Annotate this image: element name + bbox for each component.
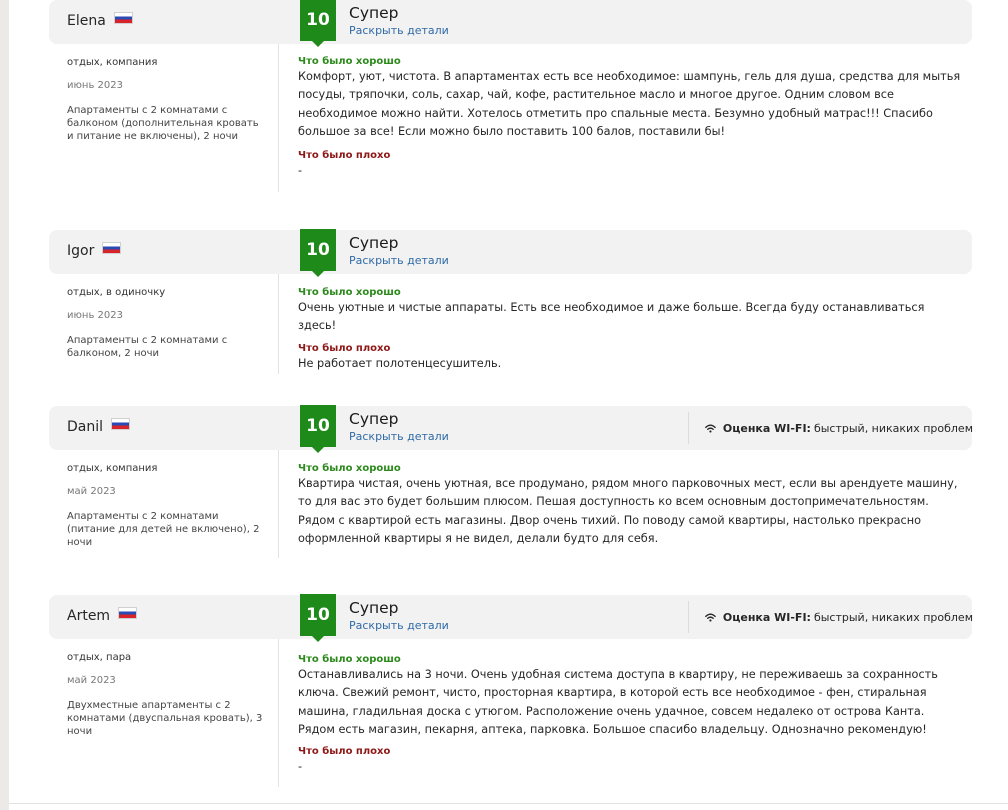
- good-text: Комфорт, уют, чистота. В апартаментах ес…: [298, 70, 961, 139]
- score-badge: 10: [300, 229, 336, 277]
- good-label: Что было хорошо: [298, 654, 401, 665]
- score-title: Супер: [349, 4, 399, 22]
- score-title: Супер: [349, 599, 399, 617]
- wifi-value: быстрый, никаких проблем: [813, 421, 973, 435]
- review-card: Artem 10 Супер Раскрыть детали Оценка WI…: [49, 594, 973, 795]
- expand-details-link[interactable]: Раскрыть детали: [349, 24, 449, 37]
- russia-flag-icon: [102, 242, 122, 254]
- trip-type: отдых, пара: [67, 652, 132, 663]
- room-info: Апартаменты с 2 комнатами (питание для д…: [67, 511, 260, 548]
- reviewer-name-block: Danil: [67, 418, 131, 435]
- reviewer-info: отдых, компания июнь 2023 Апартаменты с …: [67, 56, 263, 143]
- reviewer-name: Artem: [67, 608, 111, 624]
- good-label: Что было хорошо: [298, 56, 401, 67]
- stay-date: июнь 2023: [67, 310, 123, 321]
- review-header: Artem 10 Супер Раскрыть детали Оценка WI…: [49, 594, 973, 642]
- reviewer-name: Danil: [67, 419, 104, 435]
- russia-flag-icon: [113, 12, 133, 24]
- trip-type: отдых, компания: [67, 463, 158, 474]
- score-badge: 10: [300, 405, 336, 453]
- reviewer-info: отдых, в одиночку июнь 2023 Апартаменты …: [67, 286, 263, 360]
- good-text: Останавливались на 3 ночи. Очень удобная…: [298, 668, 938, 737]
- stay-date: май 2023: [67, 675, 116, 686]
- column-divider: [278, 274, 279, 374]
- wifi-rating: Оценка WI-FI: быстрый, никаких проблем: [688, 601, 973, 633]
- reviewer-name: Elena: [67, 13, 106, 29]
- review-header: Danil 10 Супер Раскрыть детали Оценка WI…: [49, 405, 973, 453]
- wifi-icon: [705, 424, 716, 433]
- stay-date: июнь 2023: [67, 80, 123, 91]
- score-title: Супер: [349, 410, 399, 428]
- column-divider: [278, 450, 279, 558]
- wifi-rating: Оценка WI-FI: быстрый, никаких проблем: [688, 412, 973, 444]
- review-card: Danil 10 Супер Раскрыть детали Оценка WI…: [49, 405, 973, 566]
- expand-details-link[interactable]: Раскрыть детали: [349, 254, 449, 267]
- stay-date: май 2023: [67, 486, 116, 497]
- review-body: Что было хорошо Квартира чистая, очень у…: [298, 463, 964, 549]
- bad-text: -: [298, 759, 303, 773]
- reviewer-name: Igor: [67, 243, 95, 259]
- reviewer-info: отдых, пара май 2023 Двухместные апартам…: [67, 651, 263, 738]
- column-divider: [278, 44, 279, 192]
- review-body: Что было хорошо Очень уютные и чистые ап…: [298, 287, 964, 373]
- reviewer-name-block: Elena: [67, 12, 133, 29]
- bad-label: Что было плохо: [298, 342, 391, 354]
- good-text: Очень уютные и чистые аппараты. Есть все…: [298, 301, 925, 333]
- reviewer-info: отдых, компания май 2023 Апартаменты с 2…: [67, 462, 263, 549]
- russia-flag-icon: [118, 607, 138, 619]
- review-card: Elena 10 Супер Раскрыть детали отдых, ко…: [49, 0, 972, 200]
- bad-label: Что было плохо: [298, 149, 391, 161]
- trip-type: отдых, в одиночку: [67, 287, 166, 298]
- score-badge: 10: [300, 594, 336, 642]
- review-body: Что было хорошо Комфорт, уют, чистота. В…: [298, 56, 964, 180]
- good-label: Что было хорошо: [298, 287, 401, 298]
- wifi-value: быстрый, никаких проблем: [813, 610, 973, 624]
- good-label: Что было хорошо: [298, 463, 401, 474]
- good-text: Квартира чистая, очень уютная, все проду…: [298, 477, 958, 546]
- wifi-icon: [705, 613, 716, 622]
- score-badge: 10: [300, 0, 336, 47]
- trip-type: отдых, компания: [67, 57, 158, 68]
- review-body: Что было хорошо Останавливались на 3 ноч…: [298, 654, 964, 776]
- wifi-label: Оценка WI-FI:: [722, 421, 811, 435]
- reviewer-name-block: Igor: [67, 242, 122, 259]
- expand-details-link[interactable]: Раскрыть детали: [349, 619, 449, 632]
- room-info: Апартаменты с 2 комнатами с балконом, 2 …: [67, 335, 228, 359]
- room-info: Апартаменты с 2 комнатами с балконом (до…: [67, 105, 259, 142]
- column-divider: [278, 639, 279, 787]
- review-header: Igor 10 Супер Раскрыть детали: [49, 229, 972, 277]
- expand-details-link[interactable]: Раскрыть детали: [349, 430, 449, 443]
- russia-flag-icon: [111, 418, 131, 430]
- room-info: Двухместные апартаменты с 2 комнатами (д…: [67, 700, 263, 737]
- review-header: Elena 10 Супер Раскрыть детали: [49, 0, 972, 47]
- score-title: Супер: [349, 234, 399, 252]
- bad-text: -: [298, 163, 303, 177]
- bad-label: Что было плохо: [298, 745, 391, 757]
- review-card: Igor 10 Супер Раскрыть детали отдых, в о…: [49, 229, 972, 380]
- reviewer-name-block: Artem: [67, 607, 138, 624]
- page-left-gutter: [0, 0, 9, 810]
- wifi-label: Оценка WI-FI:: [722, 610, 811, 624]
- page-bottom-divider: [9, 803, 1008, 804]
- bad-text: Не работает полотенцесушитель.: [298, 356, 502, 370]
